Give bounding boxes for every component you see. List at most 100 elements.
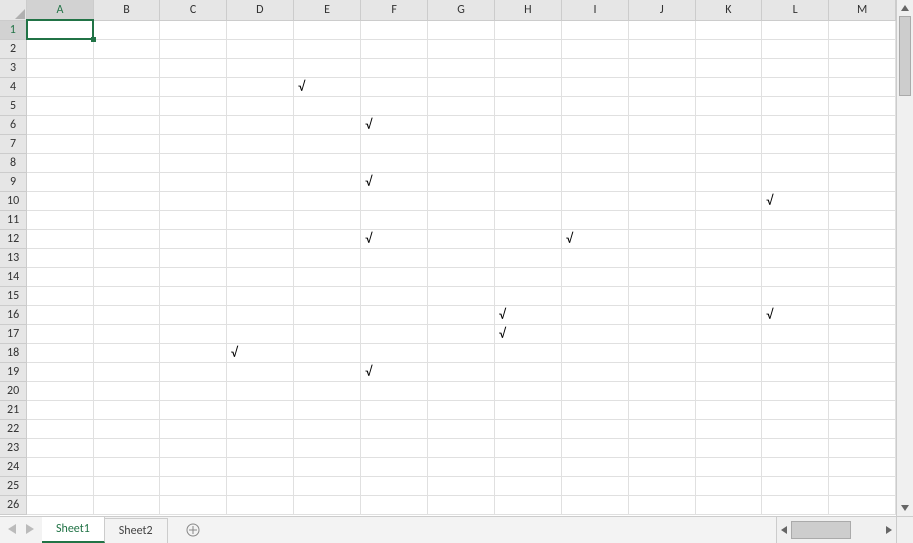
cell-M3[interactable] bbox=[829, 58, 896, 77]
cell-J8[interactable] bbox=[629, 153, 696, 172]
cell-J4[interactable] bbox=[629, 77, 696, 96]
column-header-C[interactable]: C bbox=[160, 0, 227, 20]
cell-G3[interactable] bbox=[428, 58, 495, 77]
cell-H21[interactable] bbox=[494, 400, 561, 419]
cell-I2[interactable] bbox=[561, 39, 628, 58]
cell-C3[interactable] bbox=[160, 58, 227, 77]
cell-D2[interactable] bbox=[226, 39, 293, 58]
cell-B22[interactable] bbox=[93, 419, 160, 438]
cell-M14[interactable] bbox=[829, 267, 896, 286]
cell-J25[interactable] bbox=[629, 476, 696, 495]
cell-I10[interactable] bbox=[561, 191, 628, 210]
cell-M2[interactable] bbox=[829, 39, 896, 58]
cell-K20[interactable] bbox=[695, 381, 762, 400]
cell-L10[interactable]: √ bbox=[762, 191, 829, 210]
cell-F6[interactable]: √ bbox=[361, 115, 428, 134]
row-header-16[interactable]: 16 bbox=[0, 305, 27, 324]
scroll-right-button[interactable] bbox=[882, 517, 896, 543]
cell-A10[interactable] bbox=[27, 191, 94, 210]
cell-C7[interactable] bbox=[160, 134, 227, 153]
scroll-up-button[interactable] bbox=[897, 0, 913, 16]
cell-M7[interactable] bbox=[829, 134, 896, 153]
cell-B13[interactable] bbox=[93, 248, 160, 267]
sheet-tab-sheet2[interactable]: Sheet2 bbox=[105, 518, 168, 543]
vertical-scroll-track[interactable] bbox=[897, 16, 913, 500]
cell-I18[interactable] bbox=[561, 343, 628, 362]
cell-A21[interactable] bbox=[27, 400, 94, 419]
cell-J2[interactable] bbox=[629, 39, 696, 58]
cell-K23[interactable] bbox=[695, 438, 762, 457]
cell-C23[interactable] bbox=[160, 438, 227, 457]
cell-K5[interactable] bbox=[695, 96, 762, 115]
cell-H6[interactable] bbox=[494, 115, 561, 134]
cell-E23[interactable] bbox=[293, 438, 360, 457]
cell-B24[interactable] bbox=[93, 457, 160, 476]
cell-G19[interactable] bbox=[428, 362, 495, 381]
cell-J7[interactable] bbox=[629, 134, 696, 153]
cell-M23[interactable] bbox=[829, 438, 896, 457]
cell-C2[interactable] bbox=[160, 39, 227, 58]
column-header-F[interactable]: F bbox=[361, 0, 428, 20]
cell-G20[interactable] bbox=[428, 381, 495, 400]
cell-C17[interactable] bbox=[160, 324, 227, 343]
cell-F8[interactable] bbox=[361, 153, 428, 172]
column-header-A[interactable]: A bbox=[27, 0, 94, 20]
cell-D6[interactable] bbox=[226, 115, 293, 134]
cell-G22[interactable] bbox=[428, 419, 495, 438]
cell-D19[interactable] bbox=[226, 362, 293, 381]
cell-K2[interactable] bbox=[695, 39, 762, 58]
cell-B20[interactable] bbox=[93, 381, 160, 400]
cell-L20[interactable] bbox=[762, 381, 829, 400]
cell-I19[interactable] bbox=[561, 362, 628, 381]
cell-L13[interactable] bbox=[762, 248, 829, 267]
cell-B16[interactable] bbox=[93, 305, 160, 324]
cell-M8[interactable] bbox=[829, 153, 896, 172]
cell-M25[interactable] bbox=[829, 476, 896, 495]
cell-H8[interactable] bbox=[494, 153, 561, 172]
row-header-5[interactable]: 5 bbox=[0, 96, 27, 115]
cell-G4[interactable] bbox=[428, 77, 495, 96]
cell-L3[interactable] bbox=[762, 58, 829, 77]
cell-E10[interactable] bbox=[293, 191, 360, 210]
cell-A5[interactable] bbox=[27, 96, 94, 115]
cell-J18[interactable] bbox=[629, 343, 696, 362]
row-header-24[interactable]: 24 bbox=[0, 457, 27, 476]
row-header-11[interactable]: 11 bbox=[0, 210, 27, 229]
cell-E18[interactable] bbox=[293, 343, 360, 362]
cell-J11[interactable] bbox=[629, 210, 696, 229]
cell-A11[interactable] bbox=[27, 210, 94, 229]
cell-A12[interactable] bbox=[27, 229, 94, 248]
cell-E7[interactable] bbox=[293, 134, 360, 153]
cell-A6[interactable] bbox=[27, 115, 94, 134]
cell-D24[interactable] bbox=[226, 457, 293, 476]
cell-M16[interactable] bbox=[829, 305, 896, 324]
cell-L11[interactable] bbox=[762, 210, 829, 229]
cell-F23[interactable] bbox=[361, 438, 428, 457]
row-header-7[interactable]: 7 bbox=[0, 134, 27, 153]
cell-A23[interactable] bbox=[27, 438, 94, 457]
cell-A4[interactable] bbox=[27, 77, 94, 96]
cell-M21[interactable] bbox=[829, 400, 896, 419]
cell-J17[interactable] bbox=[629, 324, 696, 343]
cell-B3[interactable] bbox=[93, 58, 160, 77]
cell-B17[interactable] bbox=[93, 324, 160, 343]
cell-B2[interactable] bbox=[93, 39, 160, 58]
cell-M17[interactable] bbox=[829, 324, 896, 343]
cell-J19[interactable] bbox=[629, 362, 696, 381]
row-header-8[interactable]: 8 bbox=[0, 153, 27, 172]
cell-J3[interactable] bbox=[629, 58, 696, 77]
cell-F3[interactable] bbox=[361, 58, 428, 77]
cell-B18[interactable] bbox=[93, 343, 160, 362]
cell-H22[interactable] bbox=[494, 419, 561, 438]
cell-C21[interactable] bbox=[160, 400, 227, 419]
cell-L5[interactable] bbox=[762, 96, 829, 115]
cell-A25[interactable] bbox=[27, 476, 94, 495]
cell-E14[interactable] bbox=[293, 267, 360, 286]
cell-M15[interactable] bbox=[829, 286, 896, 305]
cell-F22[interactable] bbox=[361, 419, 428, 438]
cell-J23[interactable] bbox=[629, 438, 696, 457]
scroll-left-button[interactable] bbox=[777, 517, 791, 543]
row-header-21[interactable]: 21 bbox=[0, 400, 27, 419]
cell-D26[interactable] bbox=[226, 495, 293, 514]
column-header-B[interactable]: B bbox=[93, 0, 160, 20]
